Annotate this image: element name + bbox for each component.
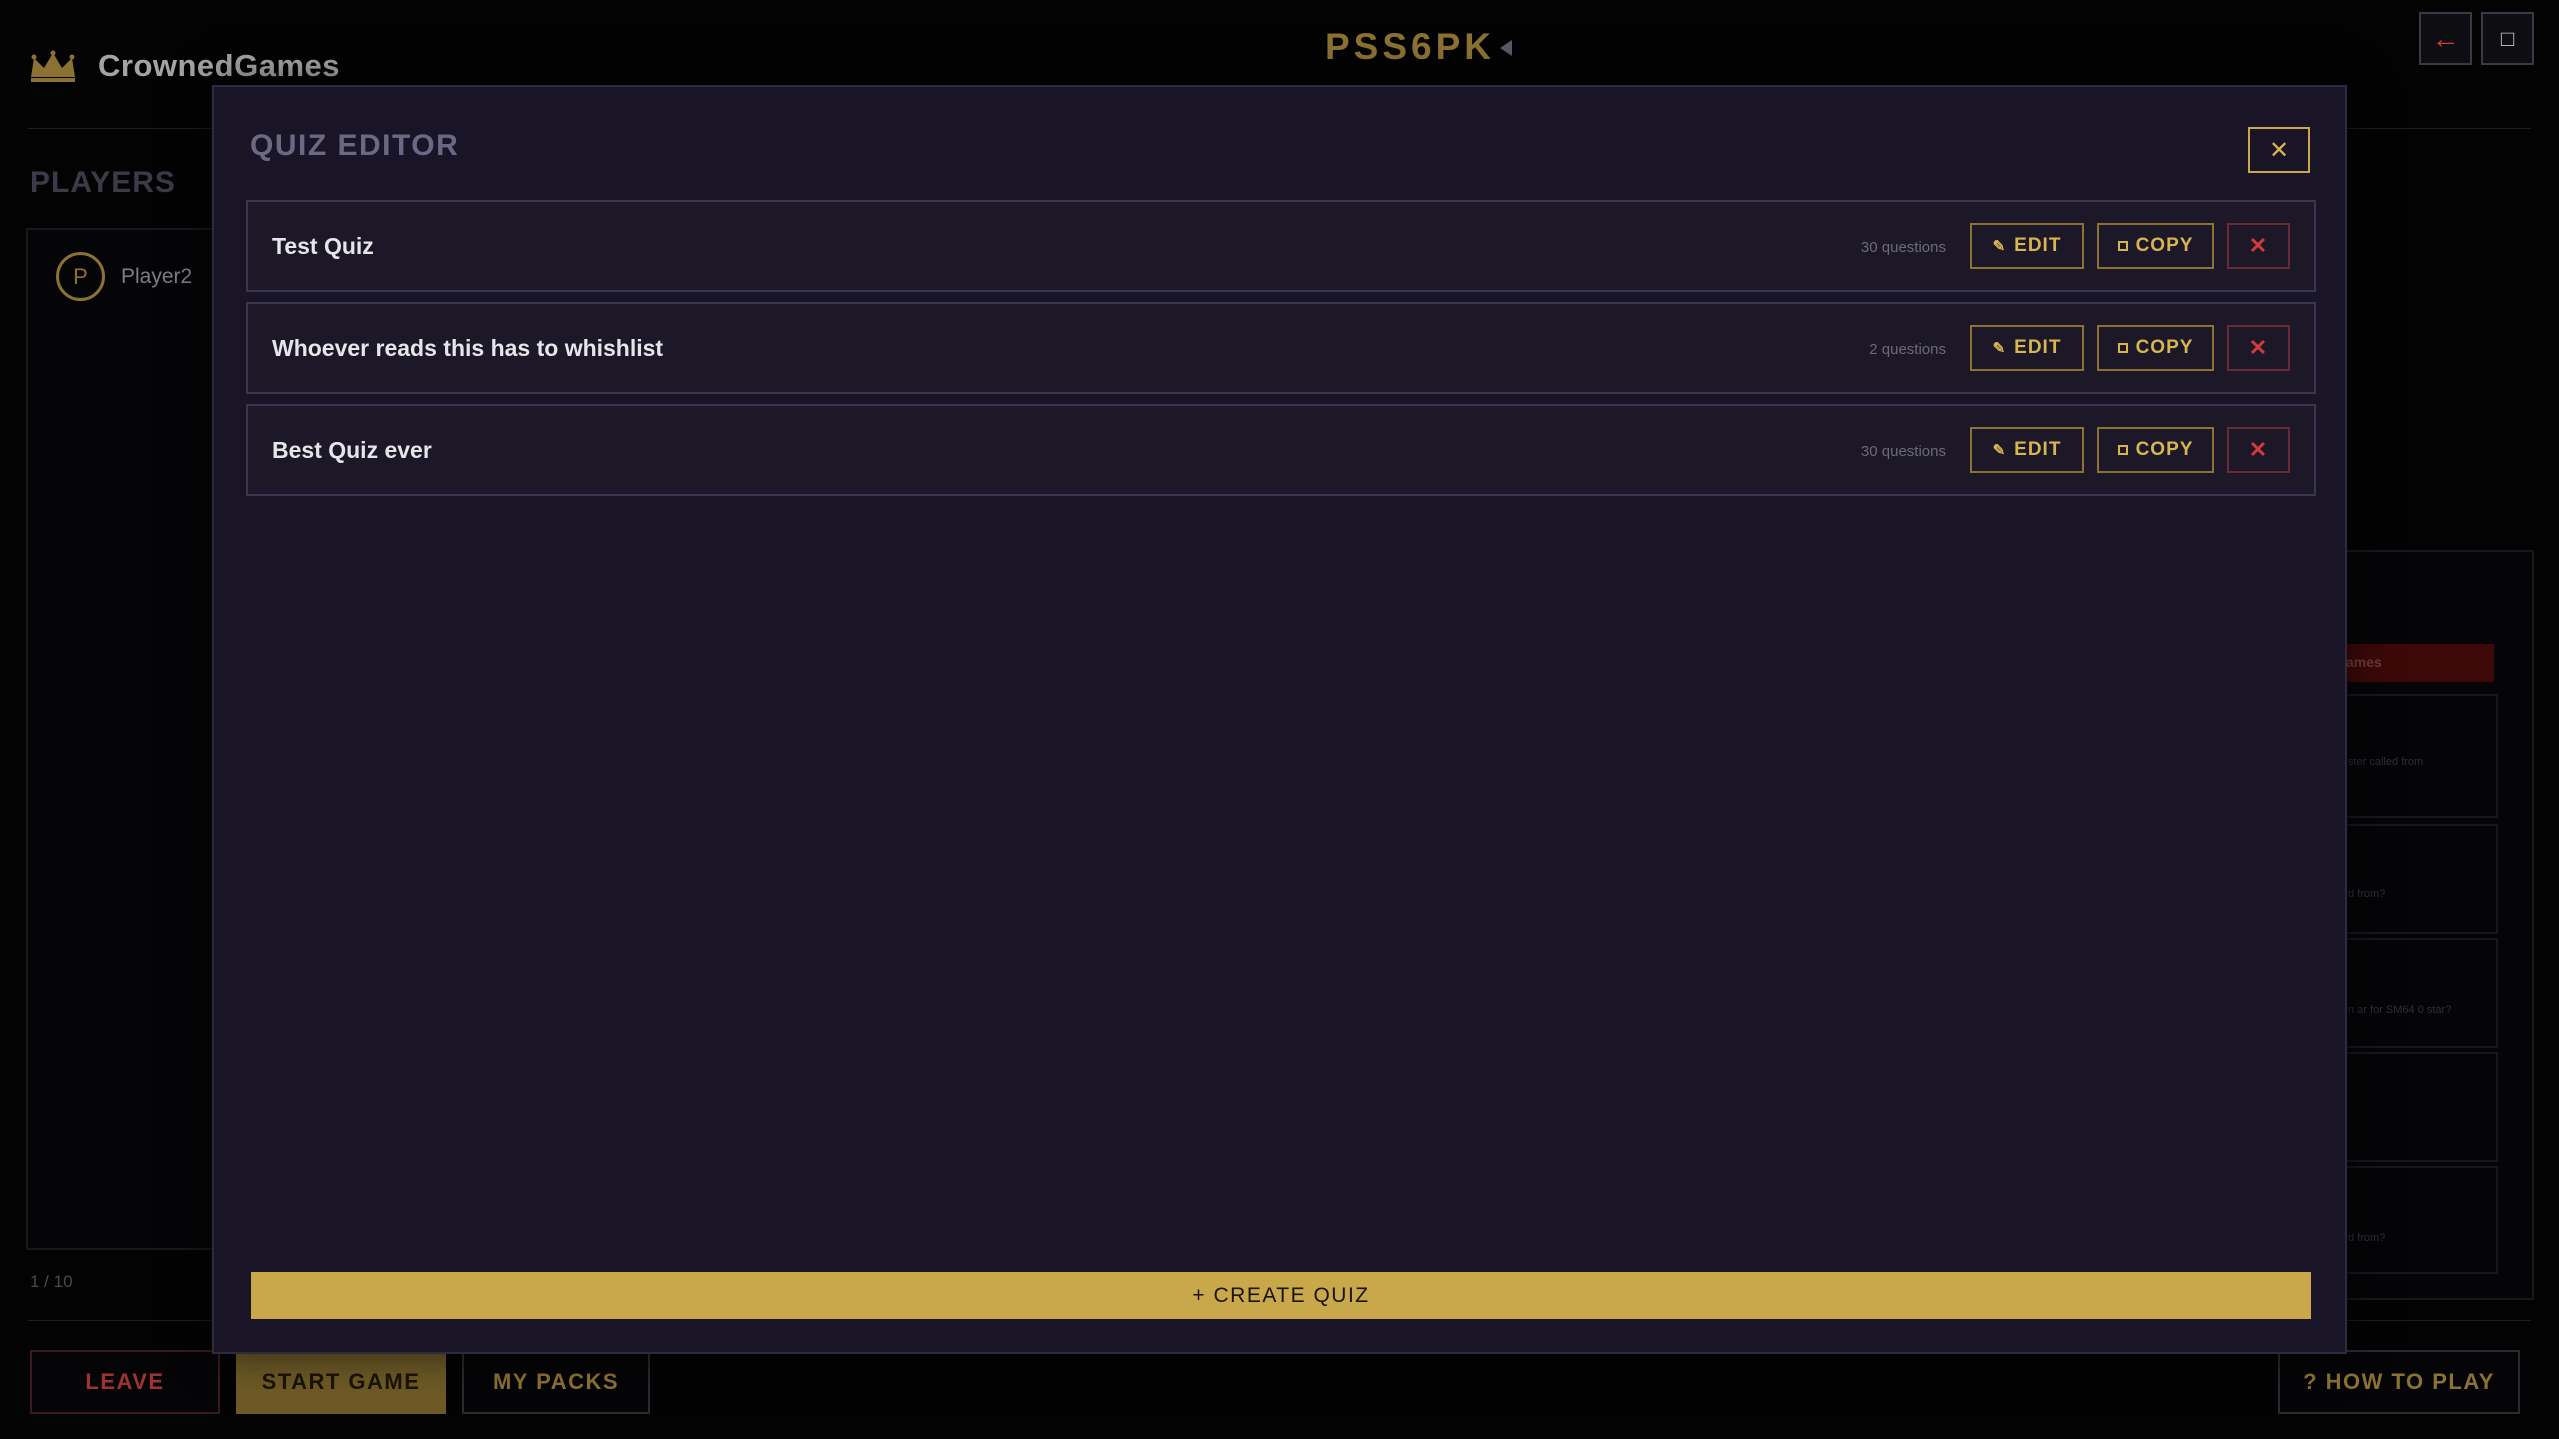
players-panel: P Player2 <box>26 228 226 1250</box>
brand-name: CrownedGames <box>98 48 341 83</box>
quiz-row: Whoever reads this has to whishlist 2 qu… <box>246 302 2316 394</box>
pencil-icon: ✎ <box>1992 442 2007 459</box>
quiz-list: Test Quiz 30 questions ✎ EDIT COPY ✕ Whoe… <box>246 200 2316 506</box>
delete-quiz-button[interactable]: ✕ <box>2227 223 2290 269</box>
delete-quiz-button[interactable]: ✕ <box>2227 427 2290 473</box>
game-settings-panel: ames ster called from d from? n ar for S… <box>2340 550 2534 1300</box>
copy-icon <box>2117 445 2128 455</box>
question-count: 30 questions <box>1860 443 1946 460</box>
list-item: d from? <box>2342 824 2498 934</box>
leave-button[interactable]: LEAVE <box>30 1350 220 1414</box>
edit-label: EDIT <box>2014 235 2062 256</box>
crown-icon <box>31 50 75 82</box>
list-item <box>2342 1052 2498 1162</box>
start-game-button[interactable]: START GAME <box>236 1350 446 1414</box>
create-quiz-button[interactable]: + CREATE QUIZ <box>251 1272 2311 1319</box>
square-icon: □ <box>2500 25 2515 51</box>
copy-quiz-button[interactable]: COPY <box>2097 223 2214 269</box>
list-item: ster called from <box>2342 694 2498 818</box>
quiz-row: Best Quiz ever 30 questions ✎ EDIT COPY ✕ <box>246 404 2316 496</box>
quiz-editor-modal: QUIZ EDITOR ✕ Test Quiz 30 questions ✎ ED… <box>212 85 2347 1354</box>
pencil-icon: ✎ <box>1992 340 2007 357</box>
my-packs-button[interactable]: MY PACKS <box>462 1350 650 1414</box>
copy-label: COPY <box>2135 439 2194 460</box>
quiz-name: Best Quiz ever <box>272 437 432 463</box>
caret-left-icon[interactable] <box>1500 40 1512 56</box>
edit-quiz-button[interactable]: ✎ EDIT <box>1970 325 2084 371</box>
copy-icon <box>2117 343 2128 353</box>
delete-quiz-button[interactable]: ✕ <box>2227 325 2290 371</box>
question-count: 30 questions <box>1860 239 1946 256</box>
delete-icon: ✕ <box>2248 233 2269 258</box>
player-name: Player2 <box>121 264 193 288</box>
question-count: 2 questions <box>1869 341 1946 358</box>
edit-label: EDIT <box>2014 337 2062 358</box>
players-title: PLAYERS <box>30 166 176 199</box>
player-count: 1 / 10 <box>30 1272 73 1291</box>
brand: CrownedGames <box>28 48 340 84</box>
list-item: d from? <box>2342 1166 2498 1274</box>
app-root: CrownedGames PSS6PK ← □ PLAYERS P Player… <box>0 0 2559 1439</box>
edit-quiz-button[interactable]: ✎ EDIT <box>1970 223 2084 269</box>
pencil-icon: ✎ <box>1992 238 2007 255</box>
fullscreen-button[interactable]: □ <box>2481 12 2534 65</box>
edit-quiz-button[interactable]: ✎ EDIT <box>1970 427 2084 473</box>
quiz-name: Whoever reads this has to whishlist <box>272 335 664 361</box>
quiz-row: Test Quiz 30 questions ✎ EDIT COPY ✕ <box>246 200 2316 292</box>
copy-icon <box>2117 241 2128 251</box>
panel-tag: ames <box>2342 644 2494 682</box>
delete-icon: ✕ <box>2248 335 2269 360</box>
delete-icon: ✕ <box>2248 437 2269 462</box>
copy-label: COPY <box>2135 235 2194 256</box>
copy-quiz-button[interactable]: COPY <box>2097 427 2214 473</box>
edit-label: EDIT <box>2014 439 2062 460</box>
close-icon: ✕ <box>2268 136 2290 164</box>
copy-quiz-button[interactable]: COPY <box>2097 325 2214 371</box>
close-modal-button[interactable]: ✕ <box>2248 127 2310 173</box>
avatar: P <box>56 252 105 301</box>
quiz-name: Test Quiz <box>272 233 374 259</box>
room-code[interactable]: PSS6PK <box>1325 26 1495 68</box>
arrow-left-icon: ← <box>2431 22 2460 54</box>
copy-label: COPY <box>2135 337 2194 358</box>
back-arrow-button[interactable]: ← <box>2419 12 2472 65</box>
modal-title: QUIZ EDITOR <box>250 129 460 162</box>
how-to-play-button[interactable]: ? HOW TO PLAY <box>2278 1350 2520 1414</box>
list-item: n ar for SM64 0 star? <box>2342 938 2498 1048</box>
player-row: P Player2 <box>56 252 192 301</box>
